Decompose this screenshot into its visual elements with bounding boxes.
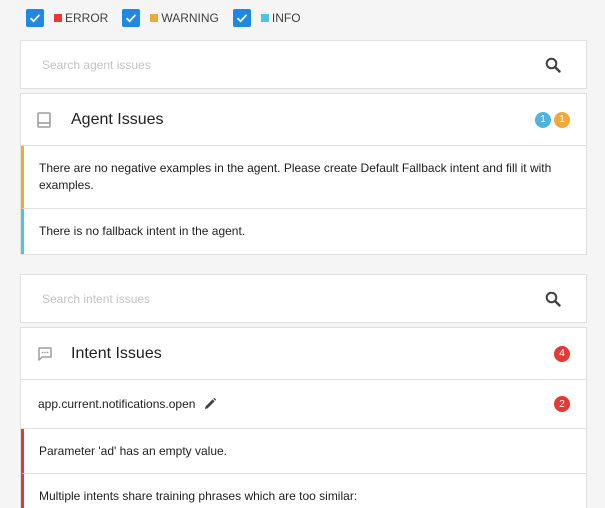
warning-count-badge: 1 xyxy=(554,111,570,128)
error-count-badge: 4 xyxy=(554,345,570,362)
agent-issue-warning: There are no negative examples in the ag… xyxy=(21,146,586,209)
agent-issues-title: Agent Issues xyxy=(71,110,164,128)
error-color-swatch xyxy=(54,14,62,22)
filter-warning[interactable]: WARNING xyxy=(122,9,219,27)
intent-search-input[interactable] xyxy=(42,291,544,306)
checkbox-checked-icon[interactable] xyxy=(122,9,141,27)
filter-label: WARNING xyxy=(161,11,219,25)
filter-error[interactable]: ERROR xyxy=(26,9,108,27)
filter-info[interactable]: INFO xyxy=(232,9,301,27)
agent-issue-info: There is no fallback intent in the agent… xyxy=(21,209,586,254)
intent-search-bar xyxy=(20,274,587,323)
intent-issues-card: Intent Issues 4 app.current.notification… xyxy=(20,327,587,508)
chat-bubble-icon xyxy=(37,346,53,362)
issue-text: Parameter 'ad' has an empty value. xyxy=(39,443,228,458)
agent-search-input[interactable] xyxy=(42,57,544,72)
agent-issue-badges: 1 1 xyxy=(532,111,570,128)
checkbox-checked-icon[interactable] xyxy=(232,9,251,27)
search-icon[interactable] xyxy=(544,290,562,308)
issue-text: Multiple intents share training phrases … xyxy=(39,489,358,503)
agent-search-bar xyxy=(20,40,587,89)
book-icon xyxy=(37,111,53,128)
intent-issue-error: Parameter 'ad' has an empty value. xyxy=(21,429,586,474)
intent-issues-title: Intent Issues xyxy=(71,344,162,362)
filter-label: INFO xyxy=(271,11,301,25)
intent-name-link[interactable]: app.current.notifications.open xyxy=(38,397,195,411)
issue-text: There is no fallback intent in the agent… xyxy=(39,224,246,238)
intent-row: app.current.notifications.open 2 xyxy=(21,380,586,429)
intent-issues-header: Intent Issues 4 xyxy=(21,328,586,380)
intent-error-count-badge: 2 xyxy=(554,396,570,412)
filter-label: ERROR xyxy=(65,11,109,25)
pencil-icon[interactable] xyxy=(203,397,217,411)
severity-filters: ERROR WARNING INFO xyxy=(26,8,315,28)
agent-issues-header: Agent Issues 1 1 xyxy=(21,94,586,146)
agent-issues-card: Agent Issues 1 1 There are no negative e… xyxy=(20,93,587,255)
info-color-swatch xyxy=(260,14,269,22)
search-icon[interactable] xyxy=(544,56,562,74)
issue-text: There are no negative examples in the ag… xyxy=(39,161,552,192)
intent-issue-error: Multiple intents share training phrases … xyxy=(21,474,586,508)
info-count-badge: 1 xyxy=(535,111,551,128)
warning-color-swatch xyxy=(150,14,159,22)
checkbox-checked-icon[interactable] xyxy=(26,9,44,27)
